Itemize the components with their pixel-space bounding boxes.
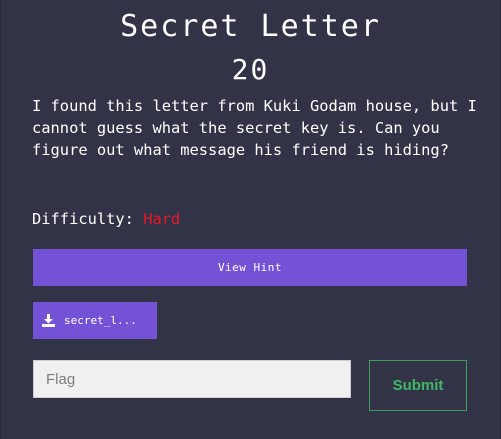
flag-input[interactable] xyxy=(33,360,351,398)
difficulty-value: Hard xyxy=(143,210,181,228)
challenge-description: I found this letter from Kuki Godam hous… xyxy=(32,97,477,159)
view-hint-button[interactable]: View Hint xyxy=(33,249,467,286)
submit-button[interactable]: Submit xyxy=(369,360,467,411)
difficulty-label: Difficulty: xyxy=(32,210,134,228)
file-name: secret_l... xyxy=(64,314,137,327)
difficulty-row: Difficulty: Hard xyxy=(32,208,180,230)
download-icon xyxy=(42,314,55,327)
file-download-button[interactable]: secret_l... xyxy=(33,302,157,339)
challenge-points: 20 xyxy=(231,53,270,86)
challenge-title: Secret Letter xyxy=(120,9,381,44)
